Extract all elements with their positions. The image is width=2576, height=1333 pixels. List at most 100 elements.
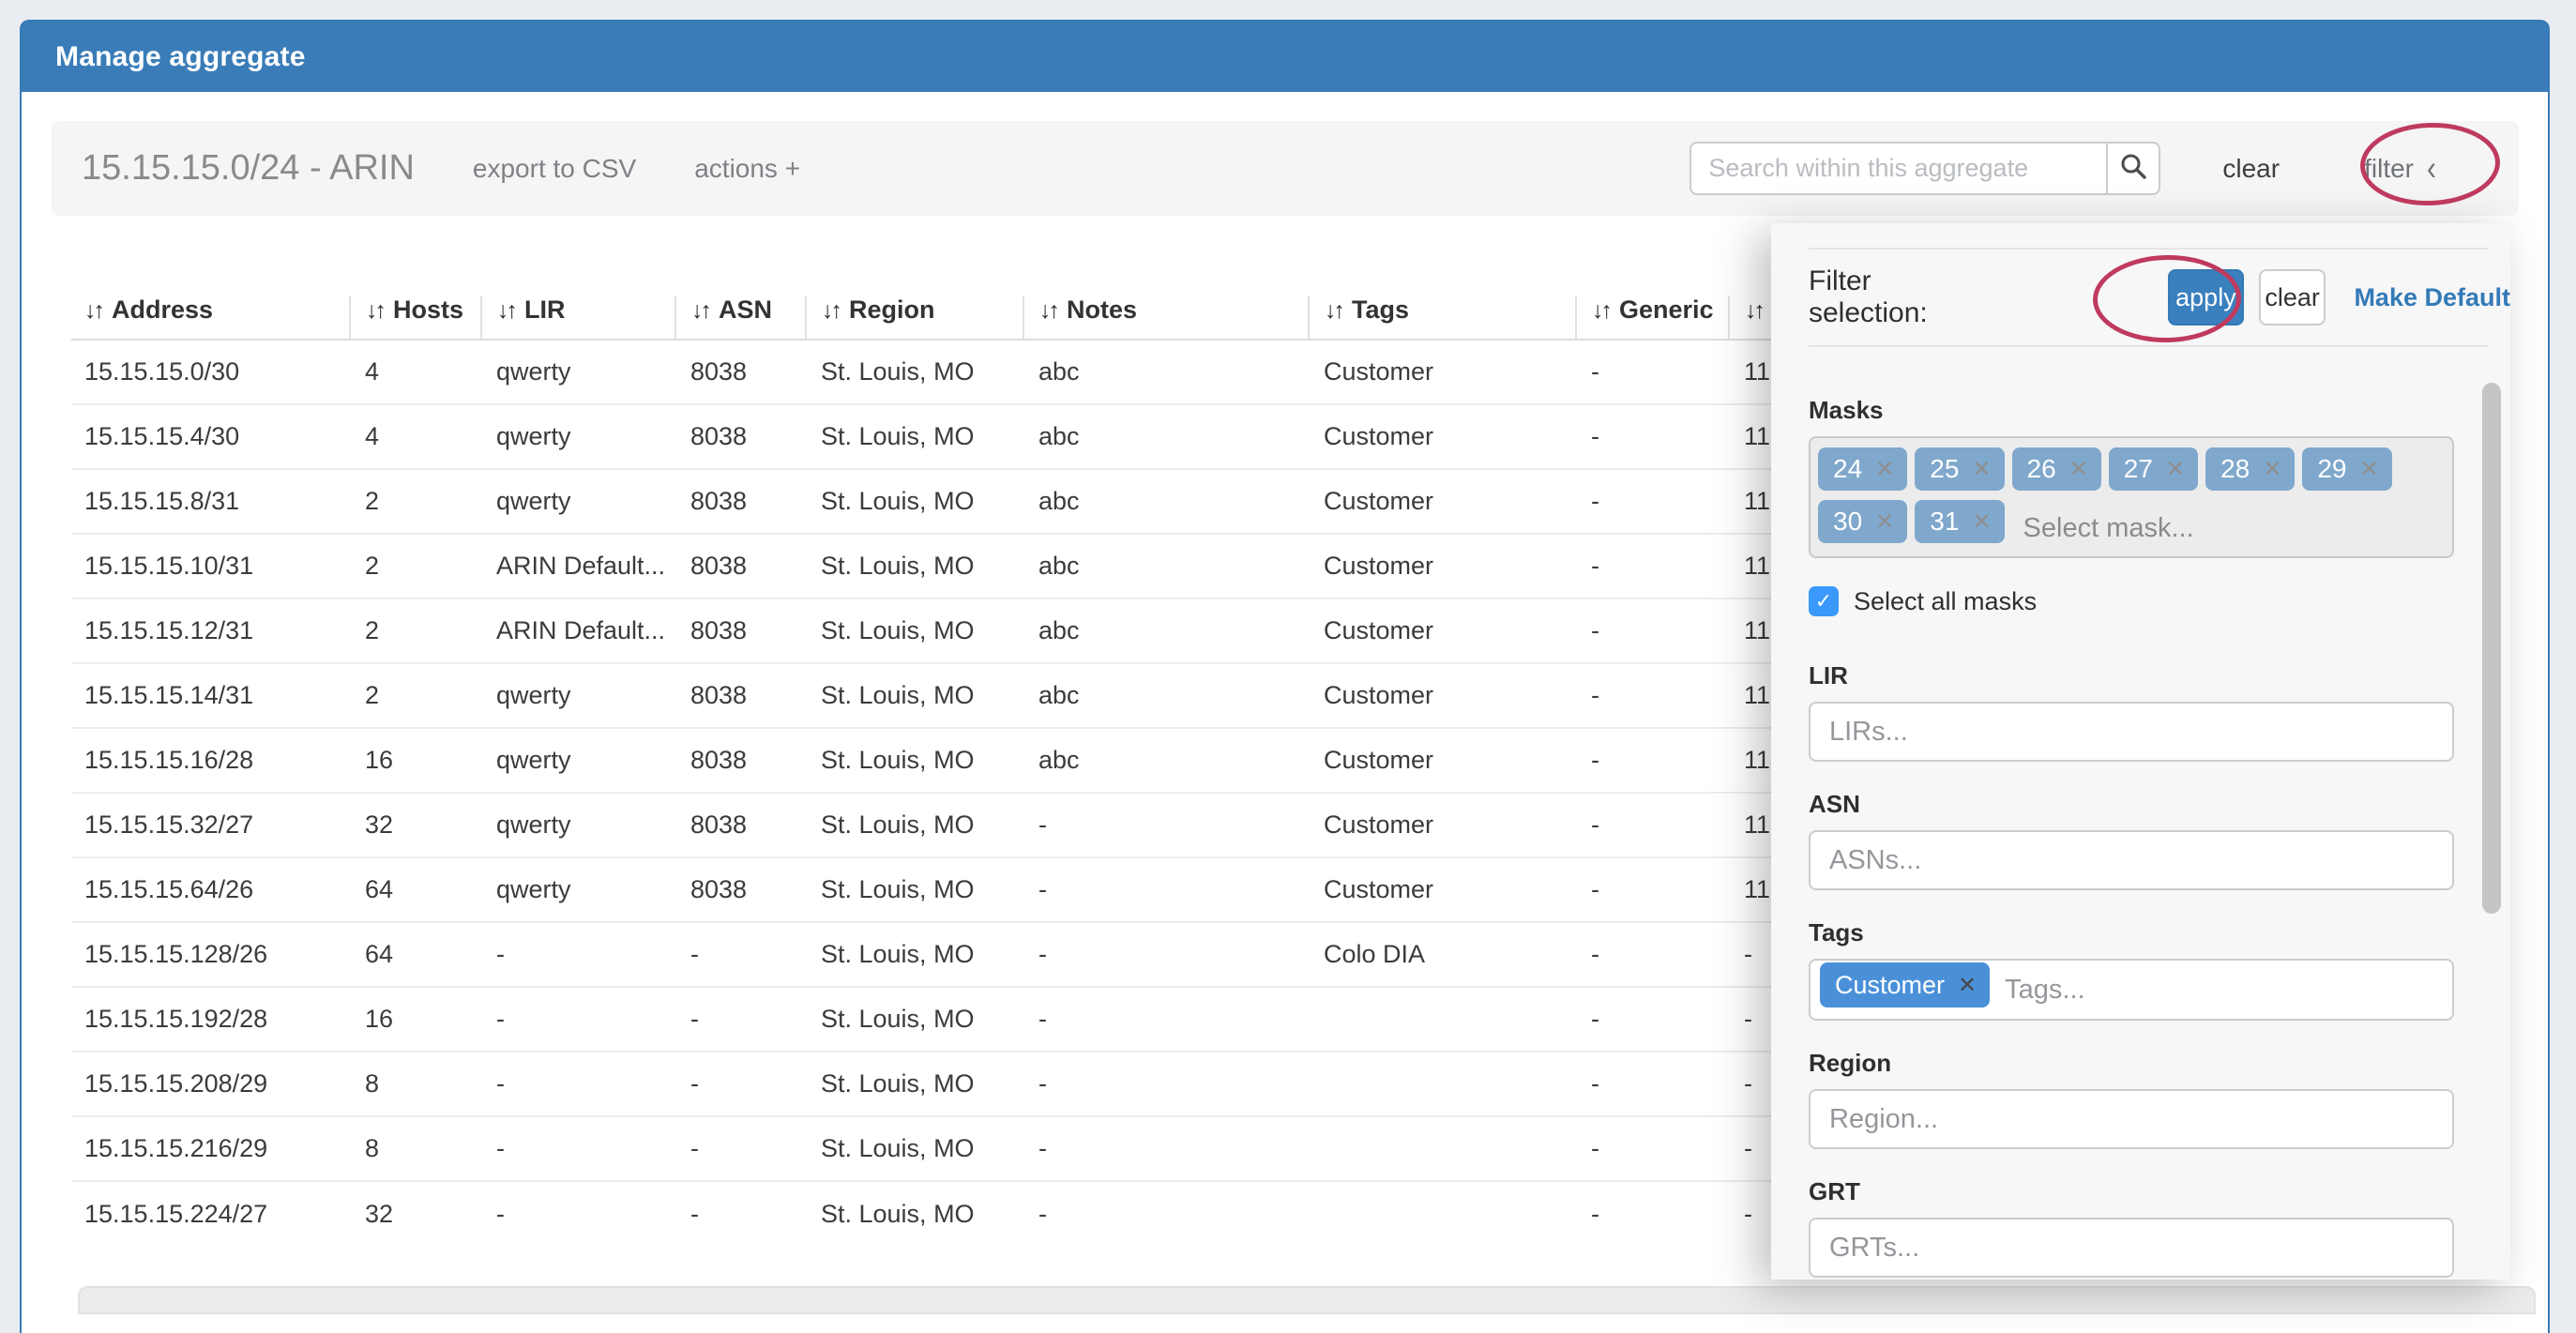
mask-chip-value: 29 — [2317, 454, 2346, 484]
column-header-tags[interactable]: ↓↑Tags — [1309, 295, 1576, 340]
tags-input[interactable]: Customer✕ Tags... — [1809, 959, 2454, 1021]
column-header-notes[interactable]: ↓↑Notes — [1023, 295, 1309, 340]
clear-filters-button[interactable]: clear — [2259, 269, 2326, 326]
lir-filter-group: LIR — [1809, 661, 2510, 762]
remove-chip-icon[interactable]: ✕ — [1972, 508, 1991, 536]
cell-address: 15.15.15.4/30 — [71, 404, 350, 469]
column-header-generic[interactable]: ↓↑Generic — [1576, 295, 1729, 340]
cell-region: St. Louis, MO — [806, 987, 1023, 1052]
export-csv-link[interactable]: export to CSV — [473, 154, 636, 184]
table-row[interactable]: 15.15.15.216/298--St. Louis, MO--- — [71, 1116, 1879, 1181]
grt-input[interactable] — [1809, 1218, 2454, 1278]
cell-lir: ARIN Default... — [481, 534, 675, 598]
apply-button[interactable]: apply — [2168, 269, 2244, 326]
table-row[interactable]: 15.15.15.0/304qwerty8038St. Louis, MOabc… — [71, 340, 1879, 404]
lir-label: LIR — [1809, 661, 2510, 690]
make-default-link[interactable]: Make Default — [2354, 283, 2510, 312]
tag-chip-customer[interactable]: Customer✕ — [1820, 962, 1990, 1007]
select-all-masks-checkbox[interactable]: ✓ — [1809, 586, 1839, 616]
sort-icon: ↓↑ — [691, 297, 709, 324]
table-row[interactable]: 15.15.15.208/298--St. Louis, MO--- — [71, 1052, 1879, 1116]
cell-notes: abc — [1023, 340, 1309, 404]
remove-chip-icon[interactable]: ✕ — [1875, 508, 1894, 536]
table-row[interactable]: 15.15.15.224/2732--St. Louis, MO--- — [71, 1181, 1879, 1246]
table-row[interactable]: 15.15.15.64/2664qwerty8038St. Louis, MO-… — [71, 857, 1879, 922]
mask-chip-value: 27 — [2124, 454, 2153, 484]
remove-chip-icon[interactable]: ✕ — [2263, 456, 2281, 483]
remove-chip-icon[interactable]: ✕ — [2166, 456, 2185, 483]
lir-input[interactable] — [1809, 702, 2454, 762]
table-row[interactable]: 15.15.15.10/312ARIN Default...8038St. Lo… — [71, 534, 1879, 598]
table-row[interactable]: 15.15.15.12/312ARIN Default...8038St. Lo… — [71, 598, 1879, 663]
table-row[interactable]: 15.15.15.16/2816qwerty8038St. Louis, MOa… — [71, 728, 1879, 793]
table-row[interactable]: 15.15.15.32/2732qwerty8038St. Louis, MO-… — [71, 793, 1879, 857]
remove-chip-icon[interactable]: ✕ — [1958, 972, 1977, 999]
cell-tags: Customer — [1309, 534, 1576, 598]
mask-chip-27[interactable]: 27 ✕ — [2109, 447, 2198, 491]
cell-tags: Customer — [1309, 663, 1576, 728]
cell-generic: - — [1576, 663, 1729, 728]
search-button[interactable] — [2106, 142, 2160, 195]
cell-hosts: 2 — [350, 469, 481, 534]
aggregate-toolbar: 15.15.15.0/24 - ARIN export to CSV actio… — [52, 121, 2519, 216]
cell-asn: 8038 — [675, 340, 806, 404]
cell-lir: - — [481, 987, 675, 1052]
remove-chip-icon[interactable]: ✕ — [2359, 456, 2378, 483]
remove-chip-icon[interactable]: ✕ — [2069, 456, 2088, 483]
mask-chip-26[interactable]: 26✕ — [2012, 447, 2101, 491]
cell-hosts: 8 — [350, 1116, 481, 1181]
remove-chip-icon[interactable]: ✕ — [1875, 456, 1894, 483]
table-row[interactable]: 15.15.15.14/312qwerty8038St. Louis, MOab… — [71, 663, 1879, 728]
cell-asn: 8038 — [675, 469, 806, 534]
column-header-lir[interactable]: ↓↑LIR — [481, 295, 675, 340]
table-horizontal-scrollbar[interactable] — [78, 1286, 2536, 1314]
cell-asn: - — [675, 1181, 806, 1246]
asn-input[interactable] — [1809, 830, 2454, 890]
page-title: Manage aggregate — [55, 41, 306, 73]
toolbar-right: clear filter‹ — [1690, 121, 2519, 216]
cell-tags: Colo DIA — [1309, 922, 1576, 987]
masks-select-box[interactable]: 24✕25✕26✕27✕28✕29✕30✕31✕Select mask... — [1809, 436, 2454, 558]
cell-generic: - — [1576, 404, 1729, 469]
column-header-asn[interactable]: ↓↑ASN — [675, 295, 806, 340]
table-row[interactable]: 15.15.15.8/312qwerty8038St. Louis, MOabc… — [71, 469, 1879, 534]
column-header-hosts[interactable]: ↓↑Hosts — [350, 295, 481, 340]
mask-chip-25[interactable]: 25✕ — [1915, 447, 2004, 491]
column-header-region[interactable]: ↓↑Region — [806, 295, 1023, 340]
sidebar-scrollbar-thumb[interactable] — [2482, 383, 2501, 914]
chevron-left-icon: ‹ — [2427, 148, 2436, 189]
filter-panel-title: Filter selection: — [1809, 265, 1954, 329]
mask-chip-value: 30 — [1833, 507, 1862, 537]
cell-lir: qwerty — [481, 857, 675, 922]
remove-chip-icon[interactable]: ✕ — [1972, 456, 1991, 483]
mask-chip-30[interactable]: 30 ✕ — [1818, 500, 1907, 543]
column-header-address[interactable]: ↓↑Address — [71, 295, 350, 340]
mask-chip-value: 24 — [1833, 454, 1862, 484]
cell-address: 15.15.15.32/27 — [71, 793, 350, 857]
cell-notes: - — [1023, 987, 1309, 1052]
tags-label: Tags — [1809, 918, 2510, 947]
table-row[interactable]: 15.15.15.4/304qwerty8038St. Louis, MOabc… — [71, 404, 1879, 469]
search-input[interactable] — [1690, 142, 2106, 195]
cell-tags: Customer — [1309, 340, 1576, 404]
cell-address: 15.15.15.16/28 — [71, 728, 350, 793]
cell-tags: Customer — [1309, 469, 1576, 534]
cell-generic: - — [1576, 340, 1729, 404]
filter-toggle[interactable]: filter‹ — [2364, 153, 2436, 185]
filter-sidebar: Filter selection: apply clear Make Defau… — [1771, 223, 2510, 1280]
sort-icon: ↓↑ — [1039, 297, 1057, 324]
table-row[interactable]: 15.15.15.192/2816--St. Louis, MO--- — [71, 987, 1879, 1052]
clear-search-link[interactable]: clear — [2222, 154, 2280, 184]
region-input[interactable] — [1809, 1089, 2454, 1149]
actions-menu[interactable]: actions + — [694, 154, 800, 184]
mask-chip-29[interactable]: 29 ✕ — [2302, 447, 2391, 491]
cell-hosts: 2 — [350, 598, 481, 663]
mask-chip-31[interactable]: 31✕ — [1915, 500, 2004, 543]
mask-chip-28[interactable]: 28✕ — [2205, 447, 2295, 491]
cell-asn: 8038 — [675, 598, 806, 663]
cell-lir: - — [481, 1116, 675, 1181]
mask-chip-24[interactable]: 24 ✕ — [1818, 447, 1907, 491]
aggregate-title: 15.15.15.0/24 - ARIN — [82, 148, 415, 189]
cell-lir: qwerty — [481, 663, 675, 728]
table-row[interactable]: 15.15.15.128/2664--St. Louis, MO-Colo DI… — [71, 922, 1879, 987]
